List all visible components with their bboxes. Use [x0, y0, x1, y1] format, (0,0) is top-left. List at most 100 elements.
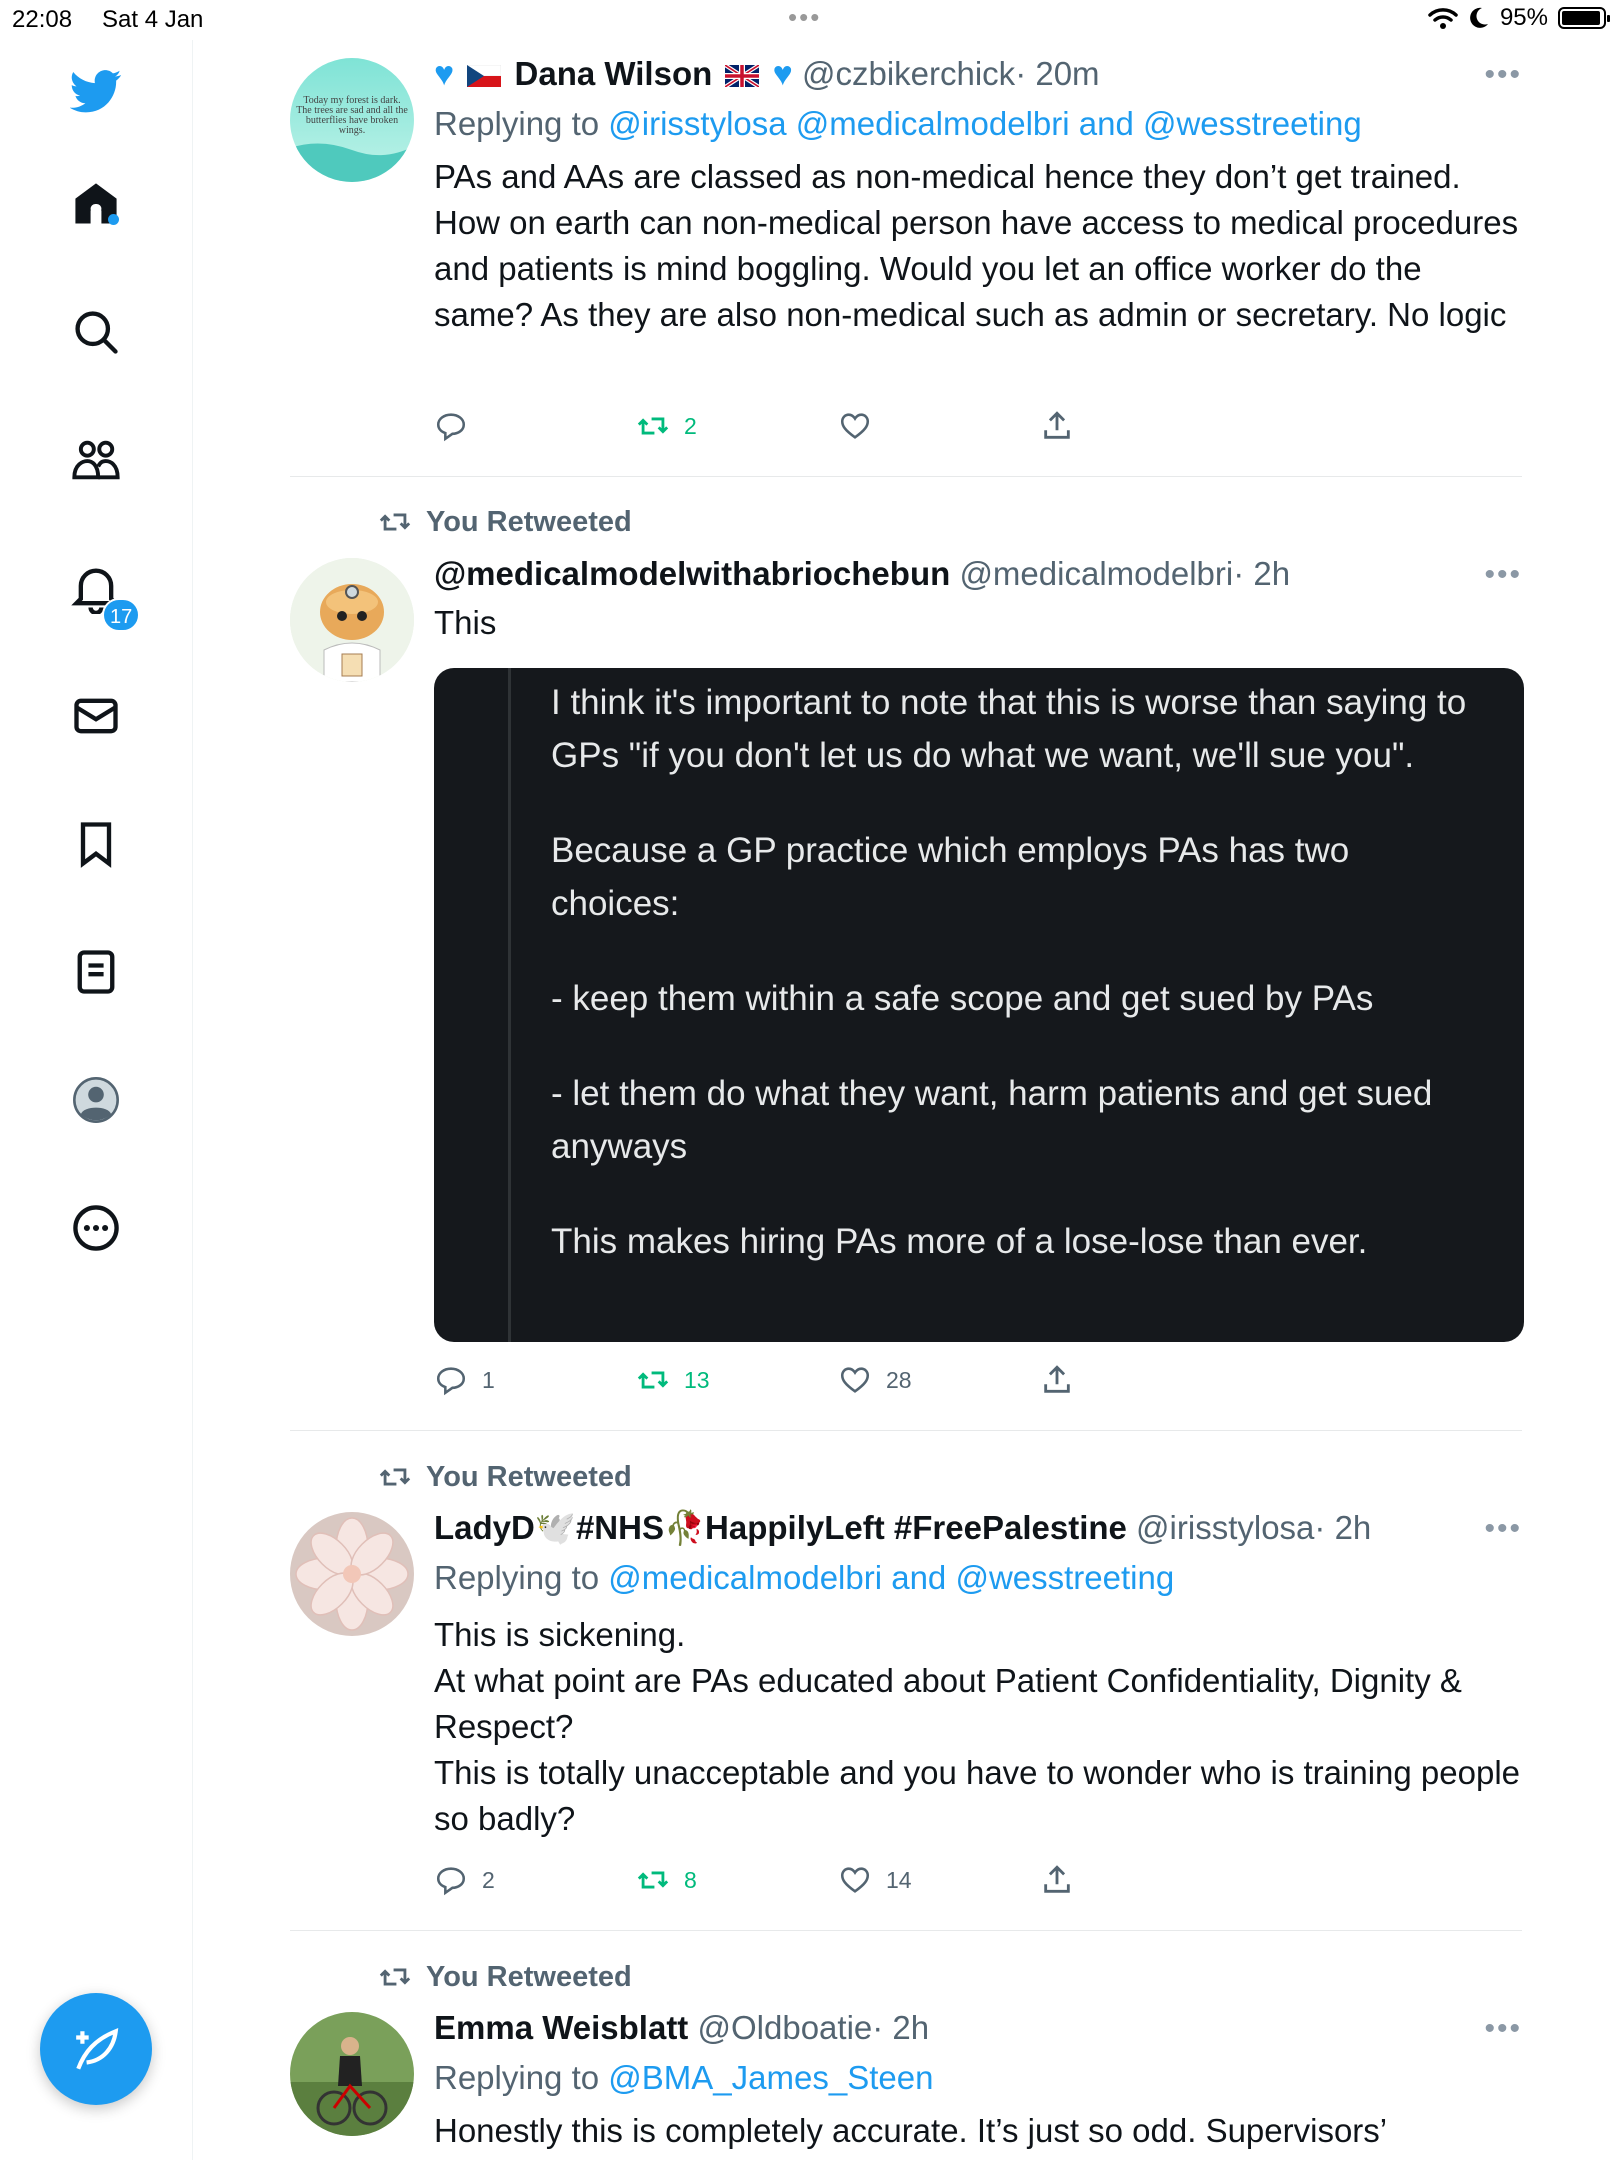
- tweet-more-icon[interactable]: •••: [1484, 1512, 1522, 1546]
- czech-flag-icon: [467, 65, 502, 88]
- status-bar: 22:08 Sat 4 Jan ••• 95%: [0, 0, 1620, 40]
- profile-avatar-icon[interactable]: [70, 1074, 122, 1126]
- retweet-icon: [379, 513, 411, 531]
- quoted-image-text: I think it's important to note that this…: [551, 676, 1484, 1310]
- search-icon[interactable]: [70, 306, 122, 358]
- lists-icon[interactable]: [70, 946, 122, 998]
- replying-prefix: Replying to: [434, 2059, 600, 2096]
- user-handle[interactable]: @Oldboatie: [697, 2009, 872, 2046]
- more-options-icon[interactable]: [70, 1202, 122, 1254]
- communities-icon[interactable]: [70, 434, 122, 486]
- tweet-body: Emma Weisblatt @Oldboatie· 2h ••• Replyi…: [434, 2006, 1522, 2154]
- display-name[interactable]: Emma Weisblatt: [434, 2009, 688, 2046]
- tweet-text-line: This is totally unacceptable and you hav…: [434, 1754, 1521, 1837]
- retweet-icon: [379, 1968, 411, 1986]
- tweet-text: This is sickening. At what point are PAs…: [434, 1612, 1522, 1842]
- tweet-header: ♥ Dana Wilson ♥ @czbikerchick· 20m: [434, 52, 1522, 96]
- tweet-time[interactable]: · 20m: [1015, 55, 1099, 92]
- quote-paragraph: Because a GP practice which employs PAs …: [551, 831, 1350, 923]
- tweet-text-line: At what point are PAs educated about Pat…: [434, 1662, 1462, 1745]
- display-name[interactable]: Dana Wilson: [515, 55, 713, 92]
- share-icon: [1044, 1865, 1070, 1893]
- blue-heart-icon: ♥: [434, 55, 455, 93]
- like-button[interactable]: 14: [838, 1863, 1040, 1897]
- quoted-image[interactable]: I think it's important to note that this…: [434, 668, 1524, 1342]
- uk-flag-icon: [725, 65, 760, 88]
- replying-links[interactable]: @medicalmodelbri and @wesstreeting: [608, 1559, 1174, 1596]
- retweet-button[interactable]: 2: [636, 409, 838, 443]
- like-count: 14: [886, 1866, 912, 1893]
- tweet-header: Emma Weisblatt @Oldboatie· 2h: [434, 2006, 1522, 2050]
- retweet-button[interactable]: 13: [636, 1363, 838, 1397]
- like-button[interactable]: [838, 409, 1040, 443]
- share-button[interactable]: [1040, 1363, 1242, 1397]
- wifi-icon: [1428, 8, 1458, 29]
- reply-icon: [436, 413, 466, 442]
- retweet-count: 13: [684, 1366, 710, 1393]
- tweet-time[interactable]: · 2h: [1233, 555, 1290, 592]
- reply-button[interactable]: 2: [434, 1863, 636, 1897]
- tweet-actions: 2 8 14: [434, 1860, 1242, 1900]
- divider: [290, 1930, 1522, 1931]
- avatar[interactable]: Today my forest is dark. The trees are s…: [290, 58, 414, 182]
- retweeted-label: You Retweeted: [426, 1460, 632, 1493]
- retweeted-label: You Retweeted: [426, 505, 632, 538]
- heart-icon: [840, 1867, 870, 1893]
- quote-paragraph: I think it's important to note that this…: [551, 683, 1467, 775]
- tweet-body: ♥ Dana Wilson ♥ @czbikerchick· 20m ••• R…: [434, 52, 1522, 338]
- avatar[interactable]: [290, 558, 414, 682]
- user-handle[interactable]: @medicalmodelbri: [959, 555, 1233, 592]
- sidebar: 17: [0, 40, 193, 2160]
- replying-links[interactable]: @irisstylosa @medicalmodelbri and @wesst…: [608, 105, 1361, 142]
- tweet-actions: 2: [434, 406, 1242, 446]
- avatar[interactable]: [290, 1512, 414, 1636]
- bookmarks-icon[interactable]: [70, 818, 122, 870]
- retweet-count: 2: [684, 412, 697, 439]
- reply-button[interactable]: 1: [434, 1363, 636, 1397]
- retweet-icon: [637, 1871, 669, 1889]
- tweet-more-icon[interactable]: •••: [1484, 558, 1522, 592]
- replying-to: Replying to @BMA_James_Steen: [434, 2054, 1522, 2102]
- retweet-count: 8: [684, 1866, 697, 1893]
- avatar[interactable]: [290, 2012, 414, 2136]
- display-name[interactable]: LadyD🕊️#NHS🥀HappilyLeft #FreePalestine: [434, 1509, 1127, 1546]
- retweet-icon: [637, 417, 669, 435]
- tweet-header: LadyD🕊️#NHS🥀HappilyLeft #FreePalestine @…: [434, 1506, 1522, 1550]
- retweeted-indicator: You Retweeted: [378, 505, 632, 539]
- user-handle[interactable]: @czbikerchick: [802, 55, 1015, 92]
- share-icon: [1044, 1365, 1070, 1393]
- notifications-badge: 17: [102, 598, 141, 632]
- like-button[interactable]: 28: [838, 1363, 1040, 1397]
- tweet-actions: 1 13 28: [434, 1360, 1242, 1400]
- tweet-more-icon[interactable]: •••: [1484, 2012, 1522, 2046]
- display-name[interactable]: @medicalmodelwithabriochebun: [434, 555, 950, 592]
- tweet-time[interactable]: · 2h: [872, 2009, 929, 2046]
- reply-count: 1: [482, 1366, 495, 1393]
- share-button[interactable]: [1040, 409, 1242, 443]
- tweet-body: LadyD🕊️#NHS🥀HappilyLeft #FreePalestine @…: [434, 1506, 1522, 1842]
- tweet-time[interactable]: · 2h: [1314, 1509, 1371, 1546]
- messages-icon[interactable]: [70, 690, 122, 742]
- like-count: 28: [886, 1366, 912, 1393]
- share-icon: [1044, 411, 1070, 439]
- share-button[interactable]: [1040, 1863, 1242, 1897]
- status-date: Sat 4 Jan: [102, 6, 204, 33]
- twitter-logo-icon[interactable]: [69, 64, 122, 116]
- tweet-more-icon[interactable]: •••: [1484, 58, 1522, 92]
- status-time: 22:08: [12, 6, 73, 33]
- battery-percent: 95%: [1499, 4, 1548, 31]
- retweet-icon: [379, 1468, 411, 1486]
- reply-icon: [436, 1867, 466, 1896]
- retweet-icon: [637, 1371, 669, 1389]
- tweet-text: Honestly this is completely accurate. It…: [434, 2112, 1388, 2149]
- retweet-button[interactable]: 8: [636, 1863, 838, 1897]
- retweeted-label: You Retweeted: [426, 1960, 632, 1993]
- compose-tweet-button[interactable]: [40, 1993, 152, 2105]
- tweet-text: PAs and AAs are classed as non-medical h…: [434, 158, 1519, 333]
- user-handle[interactable]: @irisstylosa: [1136, 1509, 1314, 1546]
- reply-icon: [436, 1367, 466, 1396]
- retweeted-indicator: You Retweeted: [378, 1960, 632, 1994]
- reply-button[interactable]: [434, 409, 636, 443]
- multitasking-dots-icon[interactable]: •••: [788, 2, 821, 33]
- replying-links[interactable]: @BMA_James_Steen: [608, 2059, 933, 2096]
